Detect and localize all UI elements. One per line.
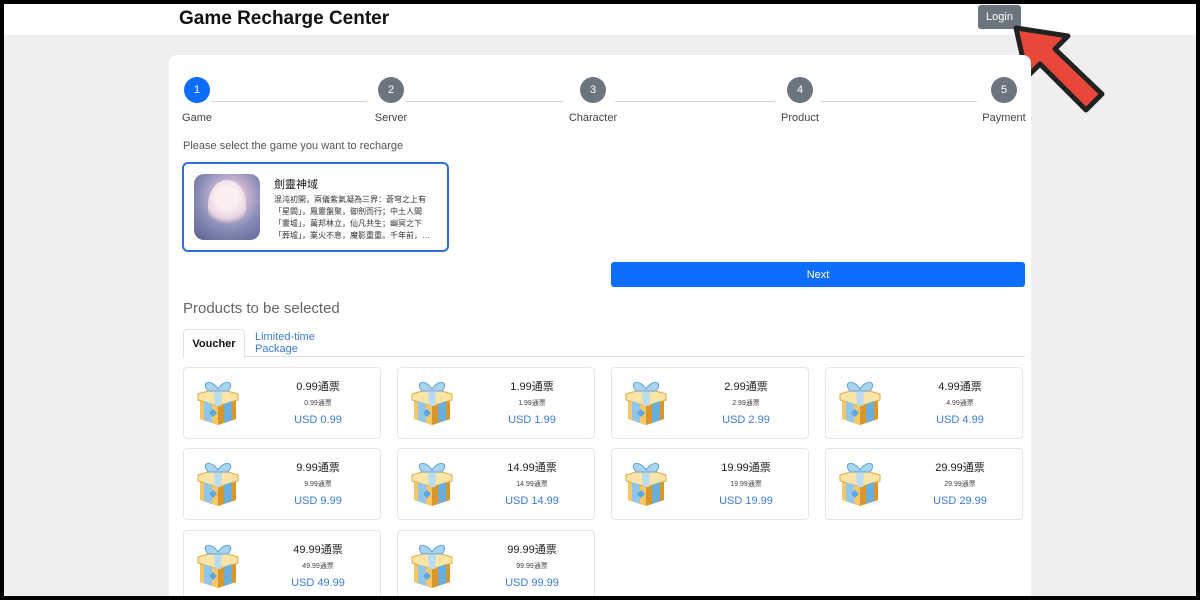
product-subtitle: 9.99通票: [304, 481, 332, 488]
step-number: 2: [378, 77, 404, 103]
product-name: 19.99通票: [721, 462, 771, 474]
game-name: 劍靈神域: [274, 179, 318, 191]
product-name: 29.99通票: [935, 462, 985, 474]
instruction-text: Please select the game you want to recha…: [183, 140, 404, 152]
product-price: USD 49.99: [291, 577, 345, 589]
gift-box-icon: [625, 463, 667, 506]
gift-box-icon: [411, 463, 453, 506]
recharge-card: 1 Game 2 Server 3 Character 4 Product 5 …: [169, 55, 1031, 596]
step-label: Game: [182, 112, 212, 124]
step-connector: [615, 101, 775, 102]
product-price: USD 1.99: [508, 414, 556, 426]
product-card[interactable]: 0.99通票 0.99通票 USD 0.99: [183, 367, 381, 439]
step-payment[interactable]: 5 Payment: [964, 77, 1044, 124]
product-subtitle: 19.99通票: [730, 481, 762, 488]
product-subtitle: 0.99通票: [304, 400, 332, 407]
product-card[interactable]: 1.99通票 1.99通票 USD 1.99: [397, 367, 595, 439]
gift-box-icon: [197, 545, 239, 588]
product-subtitle: 49.99通票: [302, 563, 334, 570]
product-subtitle: 2.99通票: [732, 400, 760, 407]
product-price: USD 0.99: [294, 414, 342, 426]
step-number: 4: [787, 77, 813, 103]
product-card[interactable]: 29.99通票 29.99通票 USD 29.99: [825, 448, 1023, 520]
step-connector: [821, 101, 977, 102]
product-name: 14.99通票: [507, 462, 557, 474]
site-title: Game Recharge Center: [179, 8, 390, 29]
step-number: 1: [184, 77, 210, 103]
product-card[interactable]: 14.99通票 14.99通票 USD 14.99: [397, 448, 595, 520]
gift-box-icon: [839, 463, 881, 506]
product-name: 1.99通票: [510, 381, 554, 393]
product-card[interactable]: 19.99通票 19.99通票 USD 19.99: [611, 448, 809, 520]
tab-limited-time-package[interactable]: Limited-time Package: [255, 329, 359, 357]
product-card[interactable]: 49.99通票 49.99通票 USD 49.99: [183, 530, 381, 596]
product-subtitle: 4.99通票: [946, 400, 974, 407]
product-name: 2.99通票: [724, 381, 768, 393]
product-price: USD 14.99: [505, 495, 559, 507]
product-subtitle: 14.99通票: [516, 481, 548, 488]
product-subtitle: 99.99通票: [516, 563, 548, 570]
next-button[interactable]: Next: [611, 262, 1025, 287]
product-price: USD 29.99: [933, 495, 987, 507]
tab-voucher[interactable]: Voucher: [183, 329, 245, 358]
product-card[interactable]: 99.99通票 99.99通票 USD 99.99: [397, 530, 595, 596]
step-server[interactable]: 2 Server: [351, 77, 431, 124]
step-label: Server: [374, 112, 408, 124]
products-heading: Products to be selected: [183, 300, 340, 317]
product-card[interactable]: 4.99通票 4.99通票 USD 4.99: [825, 367, 1023, 439]
product-subtitle: 29.99通票: [944, 481, 976, 488]
product-price: USD 4.99: [936, 414, 984, 426]
product-card[interactable]: 9.99通票 9.99通票 USD 9.99: [183, 448, 381, 520]
gift-box-icon: [411, 545, 453, 588]
step-number: 3: [580, 77, 606, 103]
gift-box-icon: [411, 382, 453, 425]
gift-box-icon: [197, 463, 239, 506]
product-name: 99.99通票: [507, 544, 557, 556]
product-name: 4.99通票: [938, 381, 982, 393]
product-price: USD 9.99: [294, 495, 342, 507]
product-name: 0.99通票: [296, 381, 340, 393]
step-label: Payment: [982, 112, 1026, 124]
product-name: 9.99通票: [296, 462, 340, 474]
step-game[interactable]: 1 Game: [157, 77, 237, 124]
product-price: USD 19.99: [719, 495, 773, 507]
product-tabs: Voucher Limited-time Package: [183, 329, 1025, 358]
step-label: Product: [781, 112, 819, 124]
app-frame: Game Recharge Center Login 1 Game 2 Serv…: [4, 4, 1196, 596]
step-product[interactable]: 4 Product: [760, 77, 840, 124]
product-price: USD 2.99: [722, 414, 770, 426]
step-character[interactable]: 3 Character: [553, 77, 633, 124]
step-label: Character: [568, 112, 618, 124]
step-number: 5: [991, 77, 1017, 103]
product-name: 49.99通票: [293, 544, 343, 556]
gift-box-icon: [197, 382, 239, 425]
game-thumbnail: [194, 174, 260, 240]
game-option-card[interactable]: 劍靈神域 混沌初開，兩儀紫氣凝為三界：蒼穹之上有「星闕」，鳳靈盤聚，御劍而行；中…: [182, 162, 449, 252]
product-subtitle: 1.99通票: [518, 400, 546, 407]
gift-box-icon: [625, 382, 667, 425]
gift-box-icon: [839, 382, 881, 425]
product-card[interactable]: 2.99通票 2.99通票 USD 2.99: [611, 367, 809, 439]
product-price: USD 99.99: [505, 577, 559, 589]
game-description: 混沌初開，兩儀紫氣凝為三界：蒼穹之上有「星闕」，鳳靈盤聚，御劍而行；中土人間「靈…: [274, 195, 430, 240]
